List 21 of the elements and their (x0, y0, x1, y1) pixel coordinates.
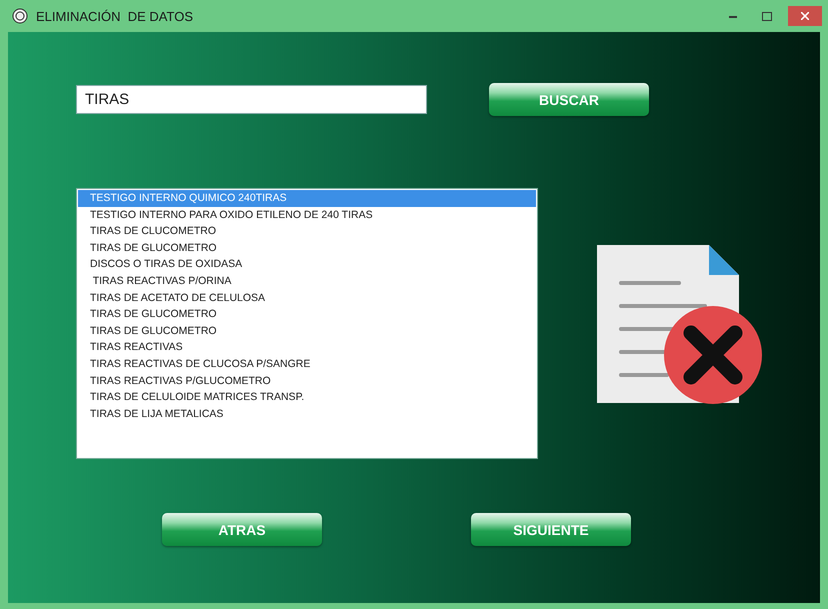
search-field[interactable]: TIRAS (76, 85, 427, 114)
list-item[interactable]: TIRAS DE GLUCOMETRO (78, 306, 536, 323)
list-item[interactable]: TIRAS DE GLUCOMETRO (78, 322, 536, 340)
maximize-icon (762, 12, 772, 20)
list-item[interactable]: TIRAS DE CLUCOMETRO (78, 223, 536, 240)
close-button[interactable] (788, 6, 822, 26)
list-item[interactable]: TIRAS REACTIVAS (78, 339, 536, 356)
list-item[interactable]: TIRAS DE CELULOIDE MATRICES TRANSP. (78, 389, 536, 406)
close-icon (801, 12, 809, 20)
list-item[interactable]: TIRAS REACTIVAS DE CLUCOSA P/SANGRE (78, 356, 536, 373)
list-item[interactable]: DISCOS O TIRAS DE OXIDASA (78, 256, 536, 273)
minimize-icon (729, 14, 737, 18)
delete-document-icon (597, 242, 763, 404)
list-item[interactable]: TIRAS REACTIVAS P/GLUCOMETRO (78, 372, 536, 390)
list-item[interactable]: TIRAS DE ACETATO DE CELULOSA (78, 290, 536, 306)
app-logo-icon (12, 8, 28, 24)
list-item[interactable]: TIRAS REACTIVAS P/ORINA (78, 272, 536, 290)
list-item[interactable]: TIRAS DE GLUCOMETRO (78, 240, 536, 256)
list-item[interactable]: TIRAS DE LIJA METALICAS (78, 406, 536, 422)
window-title: ELIMINACIÓN DE DATOS (36, 8, 194, 24)
list-item[interactable]: TESTIGO INTERNO PARA OXIDO ETILENO DE 240 TIRAS (78, 206, 536, 224)
